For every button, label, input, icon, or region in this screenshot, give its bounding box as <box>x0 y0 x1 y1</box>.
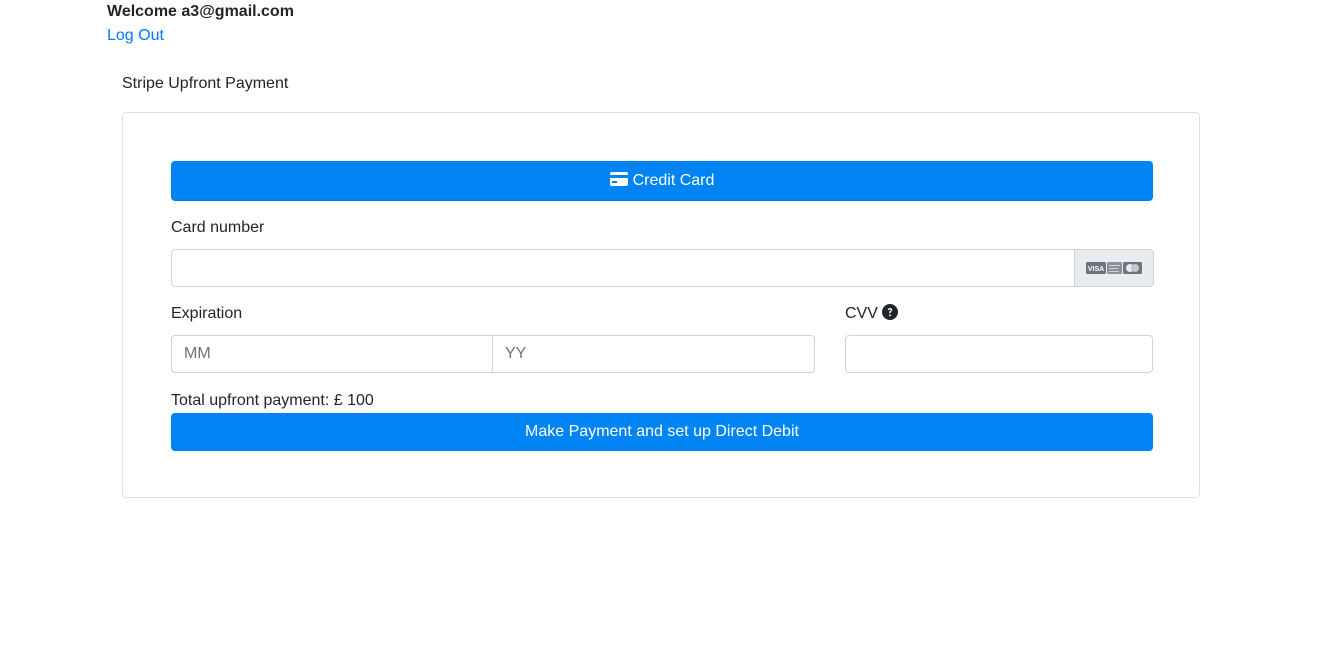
card-number-label: Card number <box>171 219 265 236</box>
logout-link[interactable]: Log Out <box>107 26 164 46</box>
make-payment-button[interactable]: Make Payment and set up Direct Debit <box>171 413 1153 451</box>
cvv-label-group: CVV <box>845 304 898 324</box>
card-brand-logos-icon: VISA <box>1086 262 1142 274</box>
welcome-text: Welcome a3@gmail.com <box>107 3 294 20</box>
cvv-label: CVV <box>845 305 878 322</box>
cvv-input[interactable] <box>845 335 1153 373</box>
expiration-year-input[interactable] <box>492 335 815 373</box>
card-brand-addon: VISA <box>1074 249 1154 287</box>
credit-card-button-label: Credit Card <box>632 172 715 189</box>
payment-card: Credit Card Card number VISA Expiration … <box>122 112 1200 498</box>
credit-card-button[interactable]: Credit Card <box>171 161 1153 201</box>
card-number-input[interactable] <box>171 249 1075 287</box>
svg-text:VISA: VISA <box>1088 266 1104 273</box>
total-payment-text: Total upfront payment: £ 100 <box>171 392 374 409</box>
expiration-label: Expiration <box>171 305 243 322</box>
credit-card-icon <box>609 172 628 186</box>
section-title: Stripe Upfront Payment <box>122 75 289 92</box>
expiration-month-input[interactable] <box>171 335 493 373</box>
question-circle-icon[interactable] <box>881 304 898 320</box>
